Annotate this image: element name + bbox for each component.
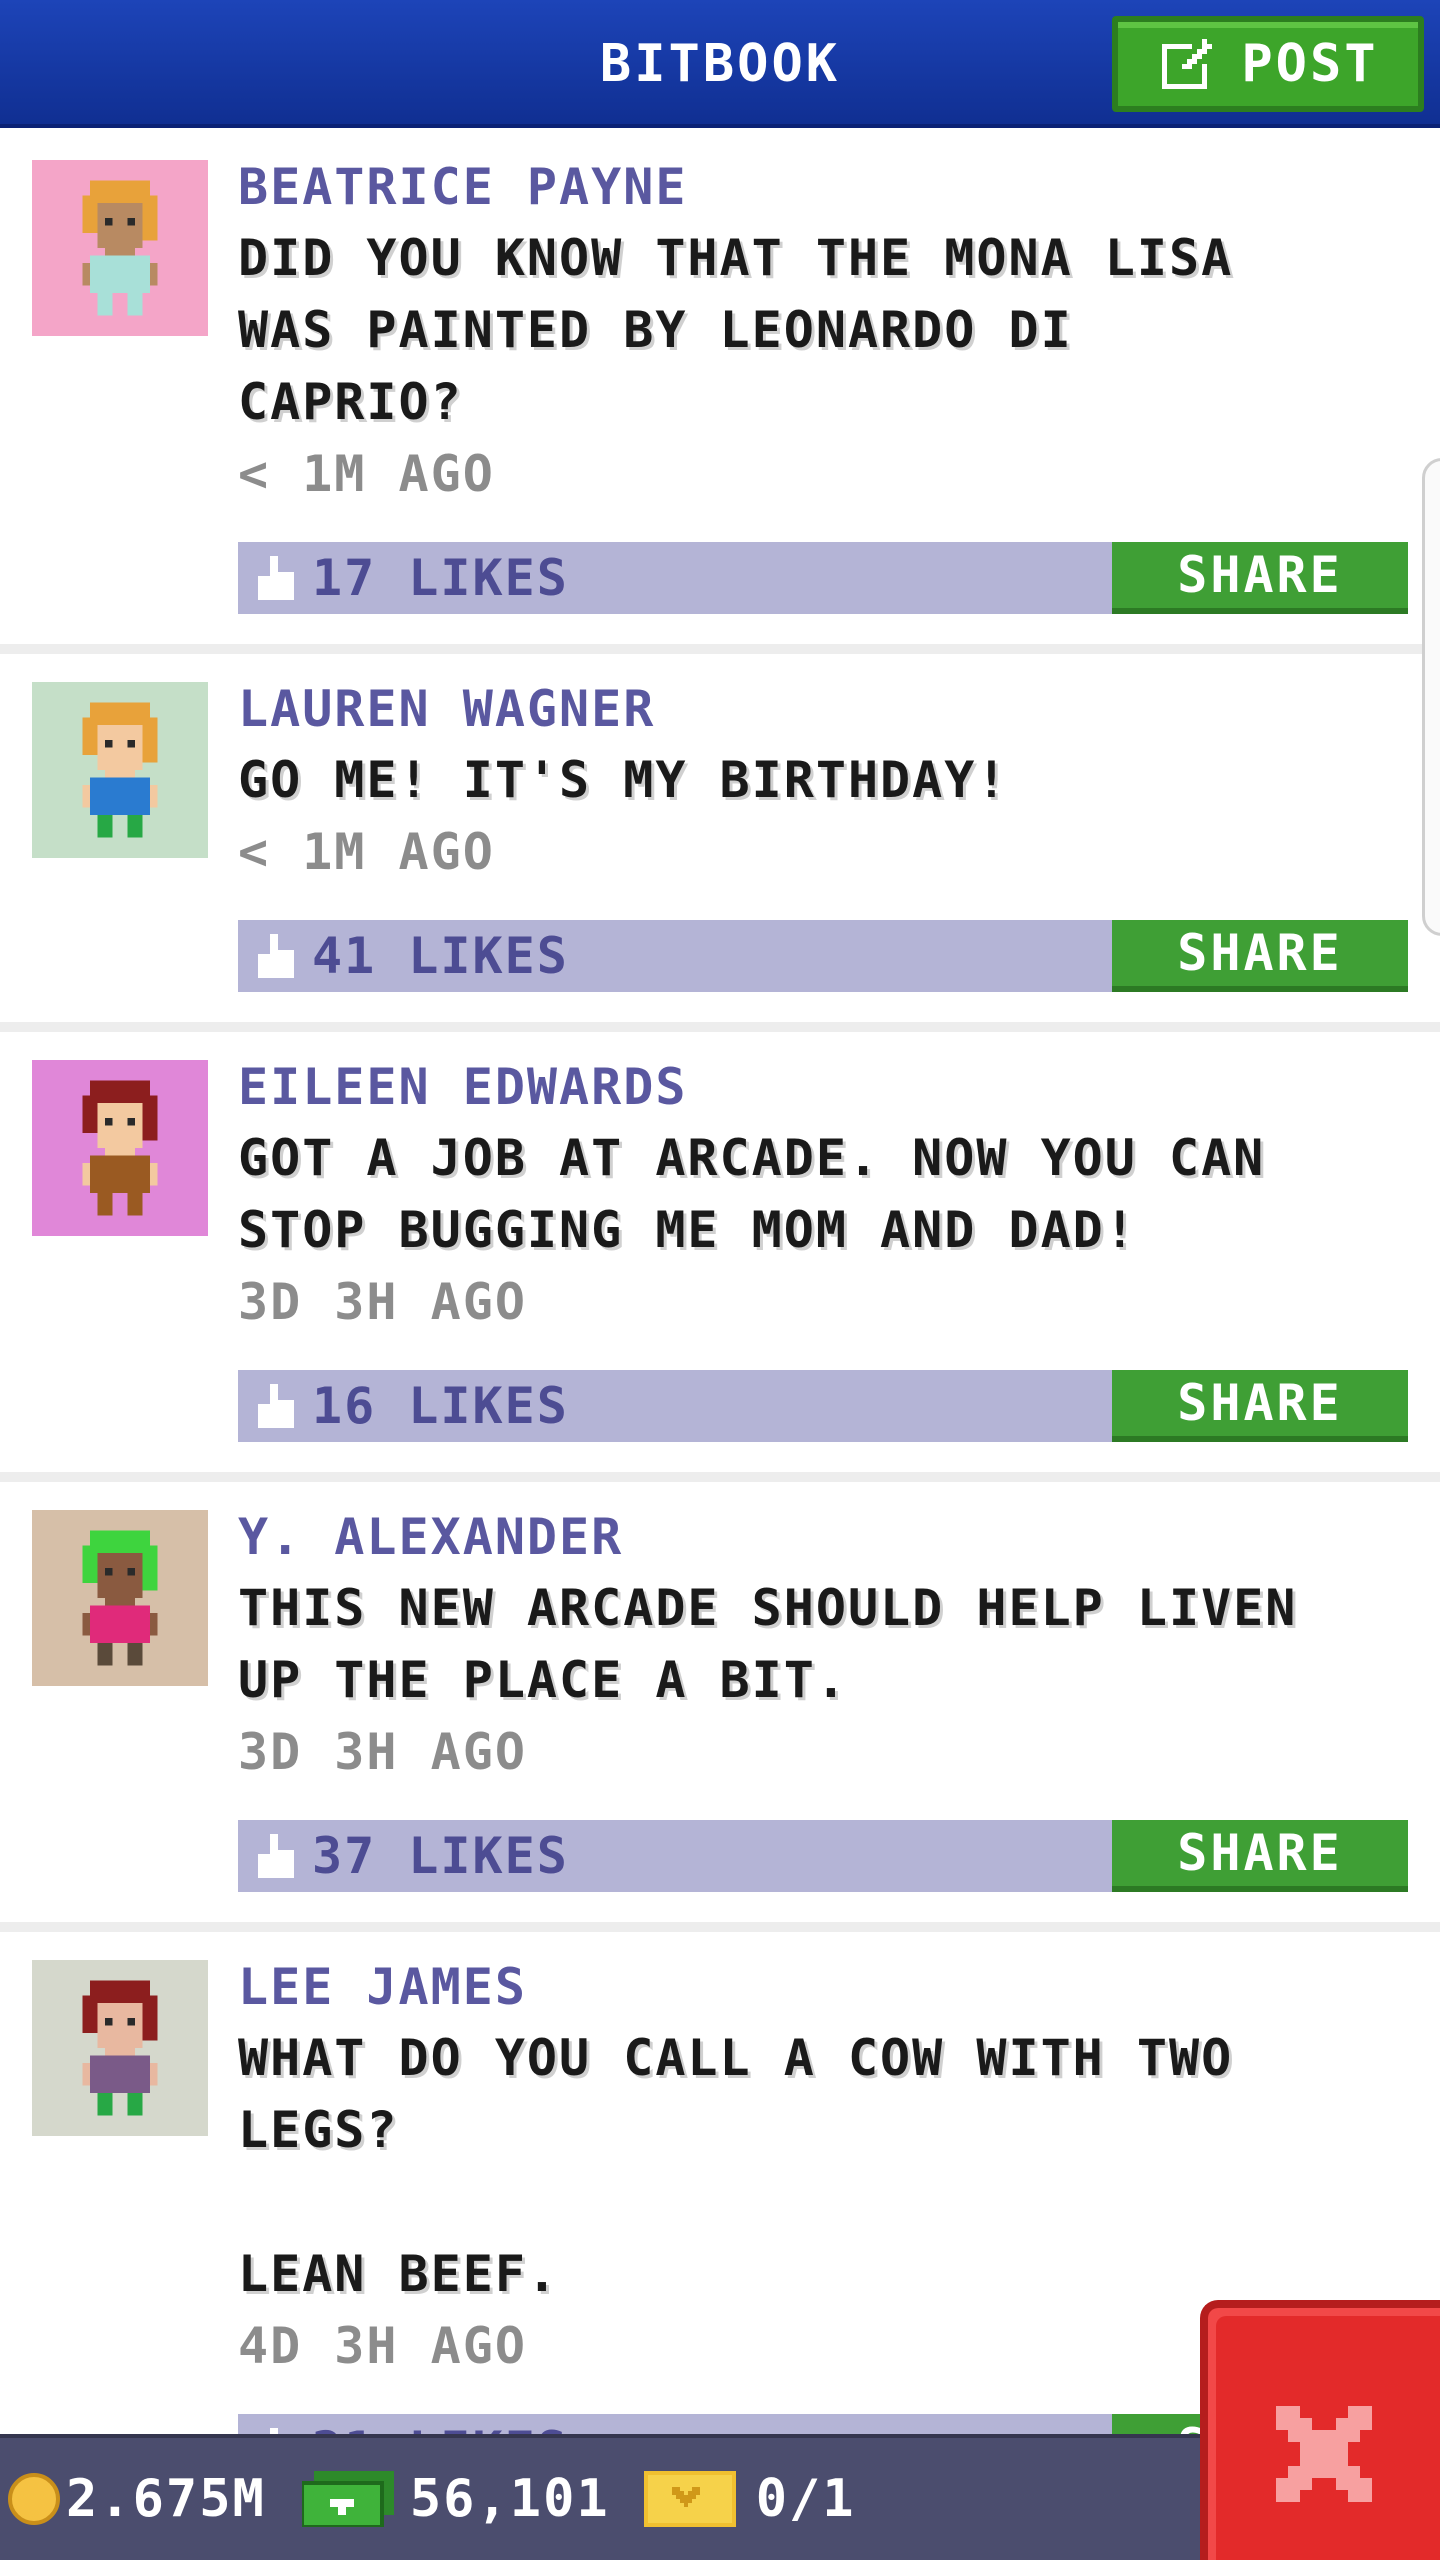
feed-post: EILEEN EDWARDS GOT A JOB AT ARCADE. NOW … bbox=[0, 1032, 1440, 1482]
avatar[interactable] bbox=[32, 1960, 208, 2136]
post-message: DID YOU KNOW THAT THE MONA LISA WAS PAIN… bbox=[238, 229, 1234, 431]
cash-count: 56,101 bbox=[409, 2469, 610, 2529]
post-time: < 1M AGO bbox=[238, 823, 495, 881]
person-icon bbox=[82, 1980, 158, 2116]
like-count: 37 LIKES bbox=[312, 1827, 569, 1885]
like-count: 17 LIKES bbox=[312, 549, 569, 607]
like-bar: 16 LIKES SHARE bbox=[238, 1370, 1408, 1442]
coin-count: 2.675M bbox=[66, 2469, 266, 2529]
person-icon bbox=[82, 180, 158, 316]
like-count: 16 LIKES bbox=[312, 1377, 569, 1435]
coin-icon bbox=[8, 2473, 60, 2525]
feed-post: BEATRICE PAYNE DID YOU KNOW THAT THE MON… bbox=[0, 132, 1440, 654]
feed-post: LAUREN WAGNER GO ME! IT'S MY BIRTHDAY! <… bbox=[0, 654, 1440, 1032]
post-time: 3D 3H AGO bbox=[238, 1273, 527, 1331]
post-message: GOT A JOB AT ARCADE. NOW YOU CAN STOP BU… bbox=[238, 1129, 1266, 1259]
post-author[interactable]: BEATRICE PAYNE bbox=[238, 152, 1410, 222]
post-button[interactable]: POST bbox=[1112, 16, 1424, 112]
scroll-indicator[interactable] bbox=[1422, 458, 1440, 936]
thumbs-up-icon[interactable] bbox=[254, 1384, 298, 1428]
post-time: 3D 3H AGO bbox=[238, 1723, 527, 1781]
thumbs-up-icon[interactable] bbox=[254, 934, 298, 978]
avatar[interactable] bbox=[32, 1510, 208, 1686]
like-bar: 41 LIKES SHARE bbox=[238, 920, 1408, 992]
thumbs-up-icon[interactable] bbox=[254, 556, 298, 600]
share-button[interactable]: SHARE bbox=[1112, 920, 1408, 992]
like-bar: 17 LIKES SHARE bbox=[238, 542, 1408, 614]
post-time: < 1M AGO bbox=[238, 445, 495, 503]
share-button[interactable]: SHARE bbox=[1112, 1820, 1408, 1892]
close-button[interactable] bbox=[1200, 2300, 1440, 2560]
app-header: BITBOOK POST bbox=[0, 0, 1440, 128]
post-message: GO ME! IT'S MY BIRTHDAY! bbox=[238, 751, 1009, 809]
share-button[interactable]: SHARE bbox=[1112, 1370, 1408, 1442]
post-author[interactable]: Y. ALEXANDER bbox=[238, 1502, 1410, 1572]
post-author[interactable]: EILEEN EDWARDS bbox=[238, 1052, 1410, 1122]
avatar[interactable] bbox=[32, 682, 208, 858]
ticket-count: 0/1 bbox=[755, 2469, 856, 2529]
post-button-label: POST bbox=[1241, 34, 1379, 94]
cash-icon bbox=[301, 2471, 394, 2527]
feed-list[interactable]: BEATRICE PAYNE DID YOU KNOW THAT THE MON… bbox=[0, 132, 1440, 2526]
avatar[interactable] bbox=[32, 160, 208, 336]
share-button[interactable]: SHARE bbox=[1112, 542, 1408, 614]
like-count: 41 LIKES bbox=[312, 927, 569, 985]
post-author[interactable]: LAUREN WAGNER bbox=[238, 674, 1410, 744]
close-icon bbox=[1276, 2406, 1372, 2502]
person-icon bbox=[82, 1530, 158, 1666]
post-author[interactable]: LEE JAMES bbox=[238, 1952, 1410, 2022]
person-icon bbox=[82, 1080, 158, 1216]
person-icon bbox=[82, 702, 158, 838]
like-bar: 37 LIKES SHARE bbox=[238, 1820, 1408, 1892]
post-message: WHAT DO YOU CALL A COW WITH TWO LEGS? LE… bbox=[238, 2029, 1234, 2303]
avatar[interactable] bbox=[32, 1060, 208, 1236]
thumbs-up-icon[interactable] bbox=[254, 1834, 298, 1878]
feed-post: Y. ALEXANDER THIS NEW ARCADE SHOULD HELP… bbox=[0, 1482, 1440, 1932]
post-message: THIS NEW ARCADE SHOULD HELP LIVEN UP THE… bbox=[238, 1579, 1298, 1709]
edit-icon bbox=[1162, 39, 1213, 89]
ticket-icon bbox=[643, 2471, 736, 2527]
